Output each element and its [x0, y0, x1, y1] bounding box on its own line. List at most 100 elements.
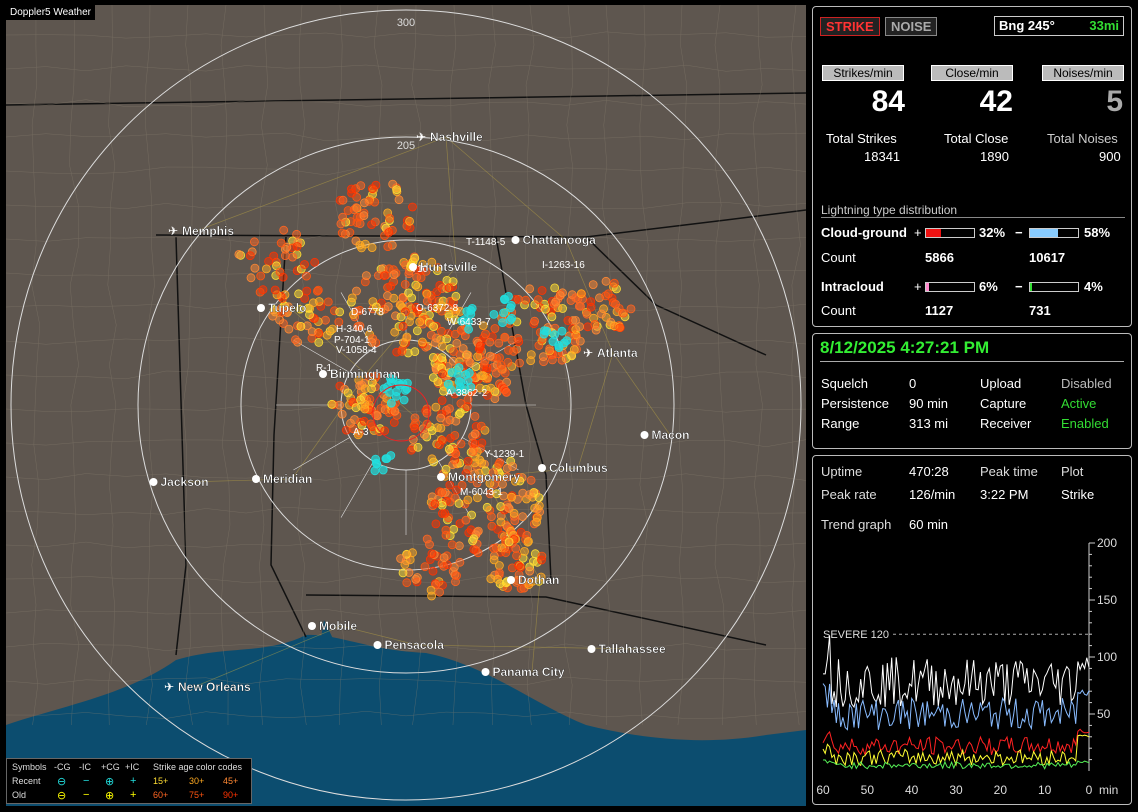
strike-marker [494, 338, 504, 348]
strike-marker [504, 537, 514, 547]
airport-icon: ✈ [416, 130, 426, 144]
city-dot-icon [409, 263, 417, 271]
storm-cell-label[interactable]: O-6372-8 [416, 303, 459, 314]
strike-marker [541, 304, 550, 314]
recent-strike-marker [400, 385, 410, 395]
recent-strike-marker [461, 370, 471, 379]
cg-neg-count: 10617 [1029, 250, 1066, 265]
strike-marker [392, 347, 402, 357]
city-label: Columbus [549, 461, 608, 475]
strike-marker [258, 285, 268, 295]
city-label: Birmingham [330, 367, 400, 381]
strike-marker [292, 242, 302, 251]
ic-pos-count: 1127 [925, 303, 954, 318]
strike-marker [526, 475, 536, 485]
strike-marker [458, 344, 468, 353]
city-label: Chattanooga [523, 233, 597, 247]
strike-marker [355, 240, 365, 250]
strike-marker [437, 353, 447, 363]
strike-marker [521, 295, 531, 305]
strike-marker [430, 499, 440, 509]
strike-marker [300, 260, 309, 269]
strike-marker [558, 288, 567, 298]
storm-cell-label[interactable]: D-6778 [351, 307, 384, 318]
city-label: Meridian [263, 472, 312, 486]
recent-strike-marker [506, 303, 515, 313]
strike-marker [533, 295, 543, 305]
airport-icon: ✈ [164, 680, 174, 694]
uptime-label: Uptime [821, 464, 863, 479]
strike-marker [437, 500, 447, 510]
strike-marker [410, 423, 420, 433]
strike-marker [279, 225, 289, 235]
strike-marker [495, 353, 504, 363]
strike-marker [576, 289, 586, 299]
strike-marker [426, 585, 436, 595]
strike-marker [537, 555, 546, 565]
storm-cell-label[interactable]: A-3 [353, 427, 369, 438]
strike-marker [256, 271, 266, 281]
strike-marker [335, 400, 344, 410]
y-tick-label: 50 [1097, 707, 1111, 721]
y-tick-label: 100 [1097, 650, 1117, 664]
storm-cell-label[interactable]: W-6433-7 [447, 317, 491, 328]
strike-marker [305, 310, 314, 320]
recent-strike-marker [504, 291, 513, 301]
strike-marker [383, 302, 393, 312]
plot-value[interactable]: Strike [1061, 487, 1094, 502]
strike-marker [431, 402, 441, 412]
cg-pos-bar [925, 228, 975, 238]
strike-marker [454, 498, 464, 508]
strike-marker [308, 298, 318, 308]
strike-marker [278, 272, 288, 282]
strike-marker [413, 442, 423, 452]
legend-recent-ic-neg: − [83, 775, 90, 787]
strike-marker [557, 355, 567, 365]
capture-value[interactable]: Active [1061, 396, 1096, 411]
receiver-value[interactable]: Enabled [1061, 416, 1109, 431]
trend-series-line [822, 683, 1090, 731]
plot-label: Plot [1061, 464, 1084, 479]
storm-cell-label[interactable]: A-3862-2 [446, 388, 488, 399]
recent-strike-marker [499, 308, 509, 318]
strike-marker [456, 399, 466, 408]
total-close-label: Total Close [944, 131, 1009, 146]
strike-marker [501, 548, 511, 558]
strike-marker [477, 458, 487, 468]
total-strikes-value: 18341 [864, 149, 901, 164]
storm-cell-label[interactable]: T-1148-5 [466, 237, 506, 248]
ic-pos-pct: 6% [979, 279, 998, 294]
strike-marker [351, 403, 361, 413]
trend-graph: 20015010050SEVERE 12060 50 40 30 20 10 0 min [816, 536, 1118, 797]
total-noises-label: Total Noises [1047, 131, 1118, 146]
upload-value[interactable]: Disabled [1061, 376, 1112, 391]
strike-marker [537, 286, 547, 295]
noise-button[interactable]: NOISE [885, 17, 938, 36]
strike-button[interactable]: STRIKE [820, 17, 880, 36]
storm-cell-label[interactable]: M-6043-1 [460, 487, 503, 498]
x-tick-label: 10 [1038, 783, 1052, 797]
strike-marker [601, 276, 611, 286]
strike-marker [510, 516, 520, 525]
legend-old-label: Old [12, 790, 27, 800]
total-strikes-label: Total Strikes [826, 131, 897, 146]
strike-marker [525, 284, 535, 294]
recent-strike-marker [378, 465, 388, 475]
ic-pos-bar [925, 282, 975, 292]
strike-marker [491, 368, 501, 378]
legend-age-90: 90+ [223, 790, 239, 800]
strike-marker [569, 345, 579, 355]
storm-cell-label[interactable]: H-340-6 [336, 324, 373, 335]
strike-marker [583, 322, 593, 332]
strike-marker [361, 271, 371, 281]
storm-cell-label[interactable]: V-1058-4 [336, 345, 377, 356]
persistence-value: 90 min [909, 396, 949, 411]
strike-marker [514, 561, 523, 570]
lightning-map[interactable]: T-1148-5 I-1263-16 T10 O-6372-8 W-6433-7 D-67… [6, 5, 806, 806]
strike-marker [249, 237, 259, 247]
storm-cell-label[interactable]: Y-1239-1 [484, 449, 525, 460]
storm-cell-label[interactable]: I-1263-16 [542, 260, 585, 271]
range-value: 313 mi [909, 416, 949, 431]
strikes-per-min-value: 84 [871, 85, 905, 118]
strike-marker [476, 421, 486, 431]
